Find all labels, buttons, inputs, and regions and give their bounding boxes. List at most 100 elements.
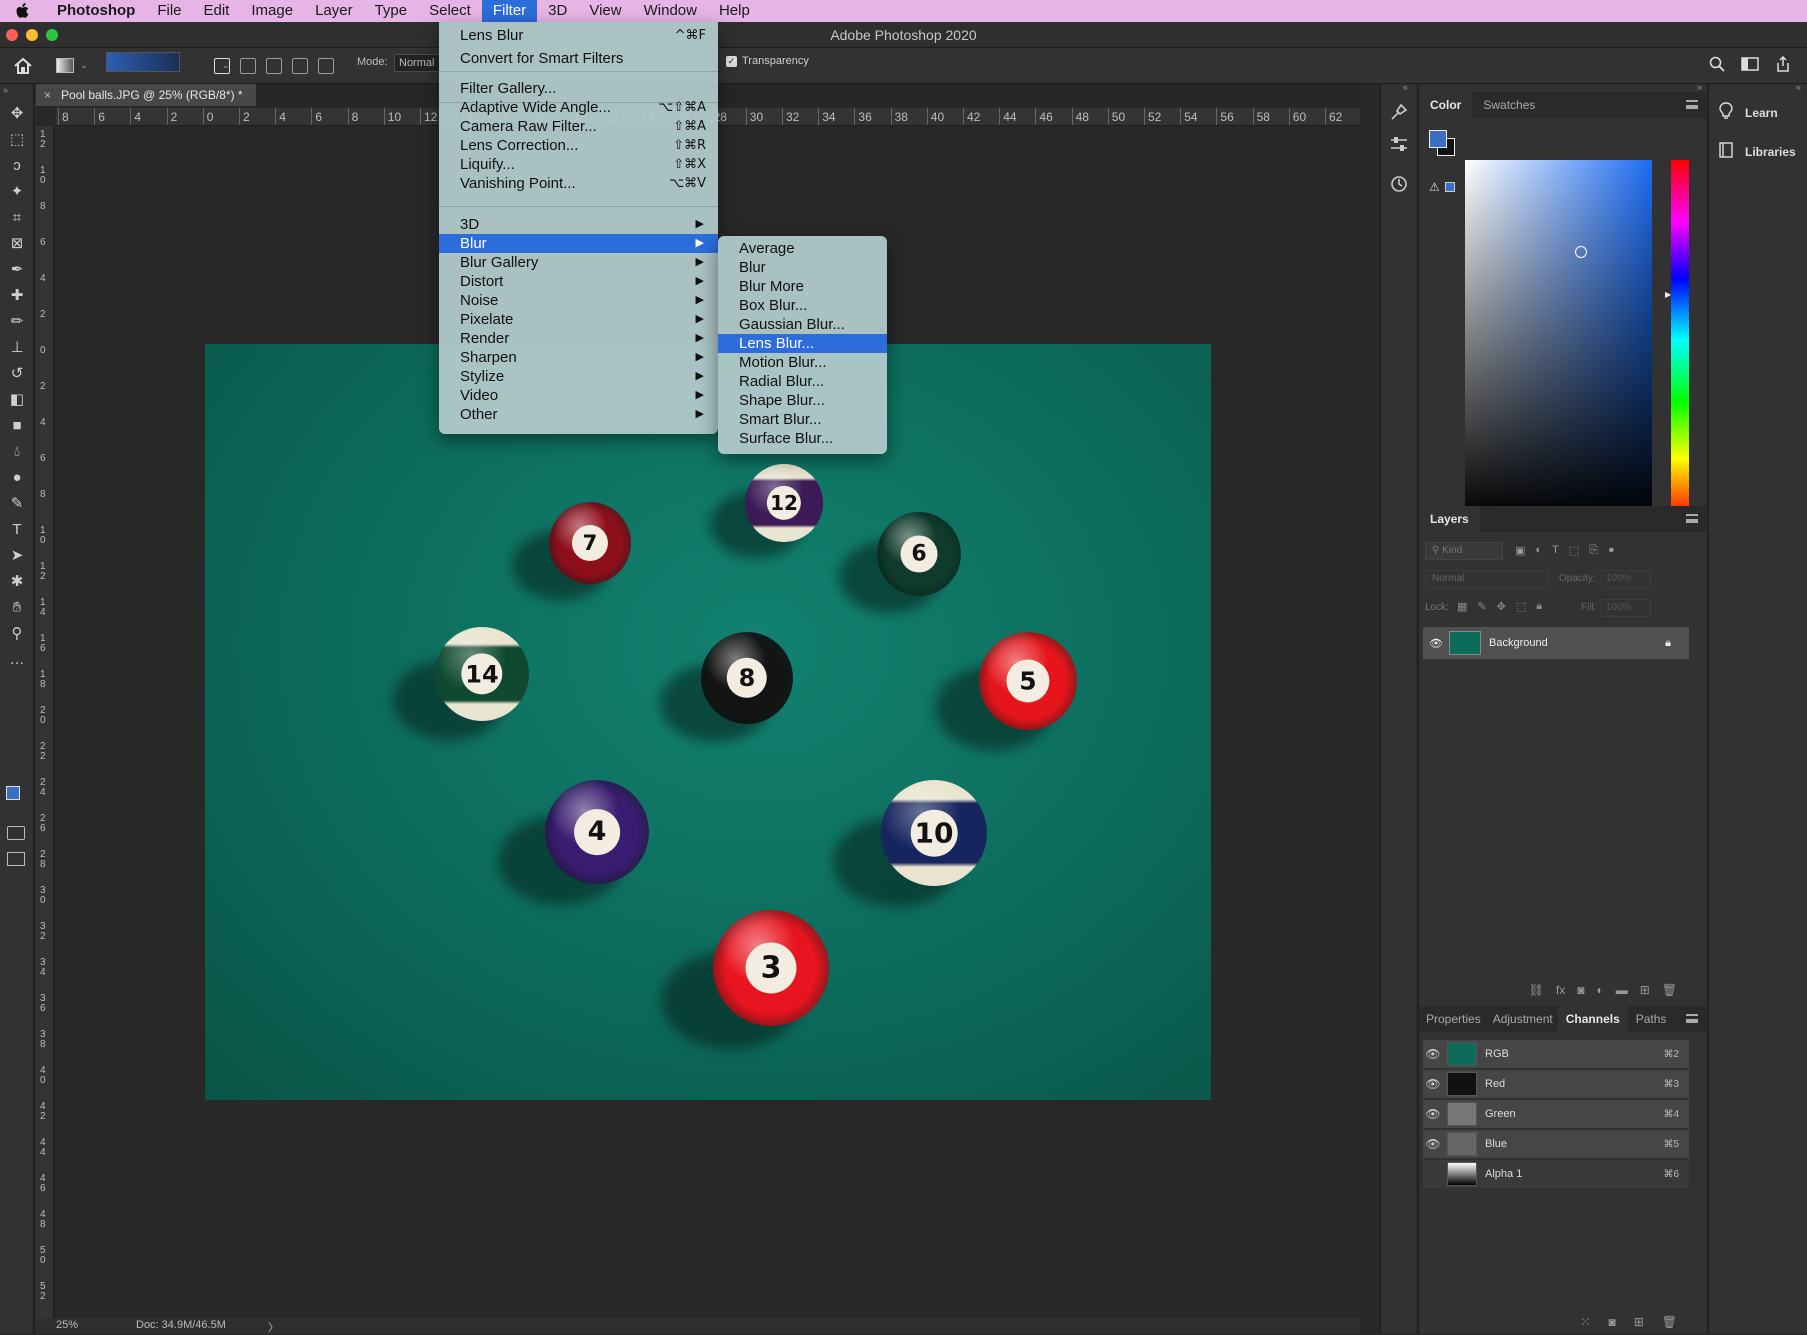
- filter-menu-item[interactable]: Blur Gallery ▶: [439, 253, 718, 272]
- lock-image-icon[interactable]: ✎: [1477, 600, 1486, 613]
- blend-mode-select[interactable]: Normal: [1425, 570, 1549, 588]
- tab-channels[interactable]: Channels: [1557, 1006, 1628, 1032]
- filter-menu-item[interactable]: Other ▶: [439, 405, 718, 424]
- menu-filter[interactable]: Filter: [481, 0, 538, 22]
- menu-help[interactable]: Help: [708, 0, 761, 22]
- opacity-input[interactable]: 100%: [1601, 570, 1651, 588]
- collapse-dock-icon[interactable]: »: [1697, 82, 1702, 92]
- layer-row[interactable]: 👁︎ Background 🔒︎: [1423, 627, 1689, 659]
- move-icon[interactable]: ✥: [5, 102, 29, 124]
- hue-slider-handle[interactable]: ▶: [1665, 290, 1671, 299]
- fx-icon[interactable]: fx: [1556, 983, 1565, 997]
- channel-row[interactable]: Alpha 1 ⌘6: [1423, 1160, 1689, 1188]
- menu-photoshop[interactable]: Photoshop: [46, 0, 146, 22]
- gradient-picker[interactable]: [106, 52, 180, 72]
- quick-mask-icon[interactable]: [7, 826, 25, 840]
- filter-shape-icon[interactable]: ⬚: [1569, 544, 1579, 557]
- mode-select[interactable]: Normal: [394, 54, 442, 72]
- adjustments-icon[interactable]: [1389, 134, 1409, 159]
- filter-adjustment-icon[interactable]: ◐: [1535, 544, 1542, 557]
- shape-icon[interactable]: ✱: [5, 570, 29, 592]
- brush-settings-icon[interactable]: [1389, 102, 1409, 127]
- tab-layers[interactable]: Layers: [1419, 506, 1480, 532]
- learn-button[interactable]: Learn: [1719, 102, 1778, 123]
- color-foreground-swatch[interactable]: [1429, 130, 1447, 148]
- new-layer-icon[interactable]: ⊞: [1640, 983, 1650, 997]
- new-group-icon[interactable]: ▬: [1616, 983, 1628, 997]
- layers-menu-icon[interactable]: [1686, 514, 1698, 523]
- layer-filter-kind[interactable]: ⚲ Kind: [1425, 542, 1503, 560]
- libraries-button[interactable]: Libraries: [1719, 142, 1796, 161]
- dodge-icon[interactable]: ●: [5, 466, 29, 488]
- history-icon[interactable]: [1389, 174, 1409, 199]
- panel-menu-icon[interactable]: [1686, 100, 1698, 109]
- gradient-preset-icon[interactable]: [56, 58, 74, 73]
- pen-icon[interactable]: ✎: [5, 492, 29, 514]
- filter-menu-item[interactable]: Stylize ▶: [439, 367, 718, 386]
- eye-icon[interactable]: 👁︎: [1423, 637, 1449, 650]
- delete-channel-icon[interactable]: 🗑︎: [1662, 1315, 1677, 1329]
- menu-file[interactable]: File: [146, 0, 192, 22]
- healing-icon[interactable]: ✚: [5, 284, 29, 306]
- home-icon[interactable]: [12, 55, 34, 77]
- eye-icon[interactable]: 👁︎: [1423, 1137, 1443, 1151]
- magic-wand-icon[interactable]: ✦: [5, 180, 29, 202]
- workspace-icon[interactable]: [1741, 57, 1759, 76]
- web-safe-swatch[interactable]: [1445, 182, 1455, 192]
- color-field[interactable]: [1465, 160, 1652, 520]
- filter-menu-item[interactable]: Vanishing Point... ⌥⌘V: [439, 174, 718, 193]
- blur-menu-item[interactable]: Smart Blur...: [718, 410, 887, 429]
- channel-row[interactable]: 👁︎ Green ⌘4: [1423, 1100, 1689, 1128]
- filter-menu-item[interactable]: Filter Gallery...: [439, 79, 718, 98]
- status-menu-arrow-icon[interactable]: 〉: [268, 1319, 279, 1335]
- link-layers-icon[interactable]: ⛓︎: [1529, 983, 1544, 997]
- share-icon[interactable]: [1775, 55, 1791, 77]
- lasso-icon[interactable]: ↄ: [5, 154, 29, 176]
- eye-icon[interactable]: 👁︎: [1423, 1107, 1443, 1121]
- collapse-toolbar-icon[interactable]: »: [3, 85, 8, 95]
- load-selection-icon[interactable]: ⁙: [1580, 1315, 1590, 1329]
- apple-icon[interactable]: [0, 2, 46, 20]
- filter-menu-item[interactable]: Convert for Smart Filters: [439, 49, 718, 68]
- linear-gradient-button[interactable]: [214, 58, 230, 74]
- hue-slider[interactable]: ▶: [1665, 160, 1689, 520]
- zoom-level[interactable]: 25%: [56, 1319, 78, 1331]
- document-canvas[interactable]: 12 7 6 14 8 5 4 10 3: [205, 344, 1211, 1100]
- collapse-left-icon[interactable]: «: [1403, 82, 1408, 92]
- filter-menu-item[interactable]: Noise ▶: [439, 291, 718, 310]
- filter-menu-item[interactable]: Blur ▶: [439, 234, 718, 253]
- new-adjustment-icon[interactable]: ◐: [1596, 983, 1603, 997]
- diamond-gradient-button[interactable]: [318, 58, 334, 74]
- menu-view[interactable]: View: [578, 0, 632, 22]
- filter-menu-item[interactable]: Render ▶: [439, 329, 718, 348]
- screen-mode-icon[interactable]: [7, 852, 25, 866]
- blur-menu-item[interactable]: Motion Blur...: [718, 353, 887, 372]
- tab-paths[interactable]: Paths: [1628, 1006, 1675, 1032]
- collapse-learn-icon[interactable]: «: [1796, 82, 1801, 92]
- menu-type[interactable]: Type: [364, 0, 419, 22]
- foreground-color-swatch[interactable]: [6, 786, 20, 800]
- search-icon[interactable]: [1709, 56, 1725, 77]
- blur-menu-item[interactable]: Shape Blur...: [718, 391, 887, 410]
- filter-smart-icon[interactable]: ⎘: [1589, 544, 1598, 557]
- tab-adjustments[interactable]: Adjustment: [1488, 1006, 1558, 1032]
- blur-menu-item[interactable]: Gaussian Blur...: [718, 315, 887, 334]
- frame-icon[interactable]: ⊠: [5, 232, 29, 254]
- filter-menu-item[interactable]: Pixelate ▶: [439, 310, 718, 329]
- blur-menu-item[interactable]: Lens Blur...: [718, 334, 887, 353]
- stamp-icon[interactable]: ⊥: [5, 336, 29, 358]
- filter-menu-item[interactable]: Distort ▶: [439, 272, 718, 291]
- menu-window[interactable]: Window: [633, 0, 708, 22]
- channel-row[interactable]: 👁︎ Blue ⌘5: [1423, 1130, 1689, 1158]
- menu-select[interactable]: Select: [418, 0, 482, 22]
- marquee-icon[interactable]: ⬚: [5, 128, 29, 150]
- blur-menu-item[interactable]: Blur: [718, 258, 887, 277]
- gradient-icon[interactable]: ■: [5, 414, 29, 436]
- channel-row[interactable]: 👁︎ Red ⌘3: [1423, 1070, 1689, 1098]
- history-brush-icon[interactable]: ↺: [5, 362, 29, 384]
- eyedropper-icon[interactable]: ✒: [5, 258, 29, 280]
- tab-swatches[interactable]: Swatches: [1472, 92, 1546, 118]
- blur-menu-item[interactable]: Box Blur...: [718, 296, 887, 315]
- filter-menu-item[interactable]: Lens Blur ^⌘F: [439, 26, 718, 45]
- close-tab-icon[interactable]: ×: [44, 88, 51, 102]
